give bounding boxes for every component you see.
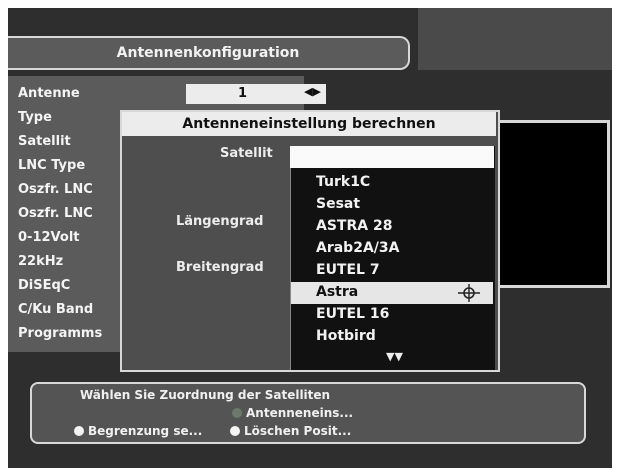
white-key-icon [230,426,240,436]
help-text: Wählen Sie Zuordnung der Satelliten [80,388,331,402]
dialog-satellit-label: Satellit [220,146,273,161]
option-arab2a-3a[interactable]: Arab2A/3A [316,240,399,256]
label-satellit[interactable]: Satellit [18,134,71,149]
satellit-input[interactable] [290,146,494,168]
antenne-value: 1 [238,86,248,101]
help-white-label[interactable]: Löschen Posit... [244,424,351,438]
label-lnc-type[interactable]: LNC Type [18,158,85,173]
option-astra-28[interactable]: ASTRA 28 [316,218,392,234]
dialog-breitengrad-label: Breitengrad [176,260,264,275]
antenne-selector[interactable]: 1 ◀▶ [186,84,326,104]
preview-box [488,120,610,288]
option-hotbird[interactable]: Hotbird [316,328,376,344]
page-title: Antennenkonfiguration [8,36,410,70]
left-right-arrows-icon: ◀▶ [304,85,321,98]
label-22khz[interactable]: 22kHz [18,254,63,269]
help-yellow-label[interactable]: Begrenzung se... [88,424,202,438]
option-eutel-7[interactable]: EUTEL 7 [316,262,380,278]
label-0-12volt[interactable]: 0-12Volt [18,230,79,245]
option-turk1c[interactable]: Turk1C [316,174,370,190]
scroll-down-icon[interactable]: ▼▼ [386,350,403,363]
option-sesat[interactable]: Sesat [316,196,360,212]
help-green-label[interactable]: Antenneneins... [246,406,353,420]
crosshair-icon [458,284,480,302]
dialog-title: Antenneneinstellung berechnen [122,112,496,136]
label-type[interactable]: Type [18,110,52,125]
label-oszfr-lnc-2[interactable]: Oszfr. LNC [18,206,93,221]
option-eutel-16[interactable]: EUTEL 16 [316,306,389,322]
label-diseqc[interactable]: DiSEqC [18,278,70,293]
label-antenne[interactable]: Antenne [18,86,80,101]
dialog-laengengrad-label: Längengrad [176,214,264,229]
label-oszfr-lnc-1[interactable]: Oszfr. LNC [18,182,93,197]
label-programms[interactable]: Programms [18,326,102,341]
yellow-key-icon [74,426,84,436]
green-key-icon [232,408,242,418]
header-right-panel [418,8,612,70]
option-astra[interactable]: Astra [316,284,358,300]
label-c-ku-band[interactable]: C/Ku Band [18,302,93,317]
